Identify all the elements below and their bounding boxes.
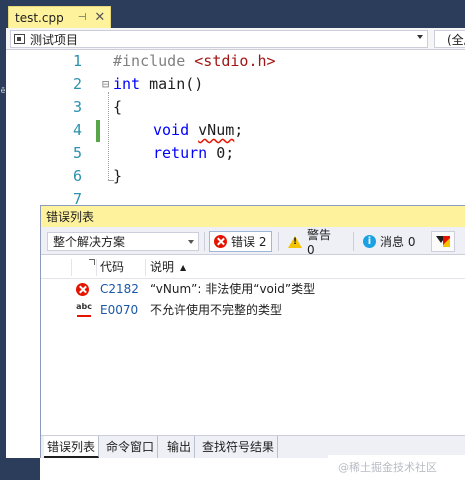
line-number: 2: [72, 75, 82, 93]
tab-command-window[interactable]: 命令窗口: [103, 436, 159, 458]
project-dropdown[interactable]: 测试项目: [10, 30, 428, 48]
column-header-description[interactable]: 说明 ▲: [150, 256, 186, 279]
column-separator[interactable]: [71, 259, 72, 276]
toolbar-separator: [278, 232, 279, 251]
tab-error-list[interactable]: 错误列表: [44, 436, 100, 458]
errors-filter-label: 错误 2: [231, 235, 267, 249]
table-row[interactable]: abc E0070 不允许使用不完整的类型: [41, 300, 465, 321]
line-number: 4: [72, 121, 82, 139]
build-intellisense-filter-button[interactable]: [431, 231, 455, 252]
error-list-panel: 错误列表 整个解决方案 错误 2 警告 0 i 消息 0 代码 说明 ▲: [40, 205, 465, 458]
line-content: int main(): [113, 73, 203, 96]
error-icon: [76, 283, 89, 296]
panel-title[interactable]: 错误列表: [41, 206, 465, 227]
sort-ascending-icon: ▲: [180, 263, 187, 272]
navigation-bar: 测试项目 (全局: [6, 28, 465, 50]
filter-icon: [436, 235, 450, 248]
keyword: void: [153, 121, 190, 139]
tab-output[interactable]: 输出: [164, 436, 196, 458]
line-content: return 0;: [153, 142, 234, 165]
tab-find-symbol-results[interactable]: 查找符号结果: [199, 436, 279, 458]
intellisense-error-icon: abc: [76, 303, 92, 317]
warnings-filter-button[interactable]: 警告 0: [284, 228, 346, 257]
code-line-1: 1 #include <stdio.h>: [6, 50, 465, 73]
tab-test-cpp[interactable]: test.cpp ⊣ ✕: [8, 6, 111, 28]
line-content: #include <stdio.h>: [113, 50, 276, 73]
code-editor[interactable]: 1 #include <stdio.h> 2 ⊟ int main() 3 { …: [6, 50, 465, 210]
info-icon: i: [363, 235, 376, 248]
keyword: return: [153, 144, 208, 162]
messages-filter-button[interactable]: i 消息 0: [359, 231, 425, 252]
errors-filter-button[interactable]: 错误 2: [209, 231, 272, 252]
error-grid-header: 代码 说明 ▲: [41, 256, 465, 279]
selection-corner-icon: [89, 259, 95, 265]
line-number: 5: [72, 144, 82, 162]
tab-label: test.cpp: [15, 10, 64, 25]
code-line-5: 5 return 0;: [6, 142, 465, 165]
bottom-left-strip: [6, 458, 40, 480]
keyword: int: [113, 75, 141, 93]
column-header-code[interactable]: 代码: [100, 256, 124, 279]
document-tab-bar: test.cpp ⊣ ✕: [6, 0, 465, 28]
project-icon: [14, 34, 25, 44]
scope-dropdown[interactable]: (全局: [434, 30, 465, 48]
include-header: <stdio.h>: [194, 52, 276, 70]
messages-filter-label: 消息 0: [380, 235, 416, 249]
scope-value: 整个解决方案: [53, 235, 126, 249]
line-number: 6: [72, 167, 82, 185]
pin-icon[interactable]: ⊣: [78, 12, 87, 23]
close-icon[interactable]: ✕: [94, 11, 105, 24]
error-code[interactable]: E0070: [100, 300, 138, 321]
toolbar-separator: [204, 232, 205, 251]
code-text: main(): [140, 75, 204, 93]
project-name: 测试项目: [30, 32, 79, 47]
table-row[interactable]: C2182 “vNum”: 非法使用“void”类型: [41, 279, 465, 300]
collapse-icon[interactable]: ⊟: [102, 73, 112, 96]
code-text: 0;: [207, 144, 235, 162]
column-header-label: 说明: [150, 260, 175, 274]
error-code[interactable]: C2182: [100, 279, 139, 300]
line-content: void vNum;: [153, 119, 243, 142]
line-content: }: [113, 167, 123, 185]
warnings-filter-label: 警告 0: [307, 228, 332, 257]
error-squiggle[interactable]: vNum: [198, 121, 234, 139]
error-description: 不允许使用不完整的类型: [150, 303, 283, 317]
toolbar-separator: [353, 232, 354, 251]
code-line-4: 4 void vNum;: [6, 119, 465, 142]
line-number: 3: [72, 98, 82, 116]
line-number: 1: [72, 52, 82, 70]
code-line-3: 3 {: [6, 96, 465, 119]
code-line-2: 2 ⊟ int main(): [6, 73, 465, 96]
column-separator[interactable]: [145, 259, 146, 276]
chevron-down-icon: [417, 35, 423, 39]
column-separator[interactable]: [96, 259, 97, 276]
chevron-down-icon: [188, 240, 194, 244]
line-content: {: [113, 98, 123, 116]
watermark: @稀土掘金技术社区: [328, 455, 465, 480]
code-text: ;: [234, 121, 244, 139]
code-line-6: 6 }: [6, 165, 465, 188]
error-icon: [214, 235, 227, 248]
error-list-toolbar: 整个解决方案 错误 2 警告 0 i 消息 0: [41, 227, 465, 257]
solution-scope-dropdown[interactable]: 整个解决方案: [47, 232, 199, 251]
include-directive: #include: [113, 52, 186, 70]
warning-icon: [288, 235, 302, 248]
error-description: “vNum”: 非法使用“void”类型: [150, 282, 316, 296]
